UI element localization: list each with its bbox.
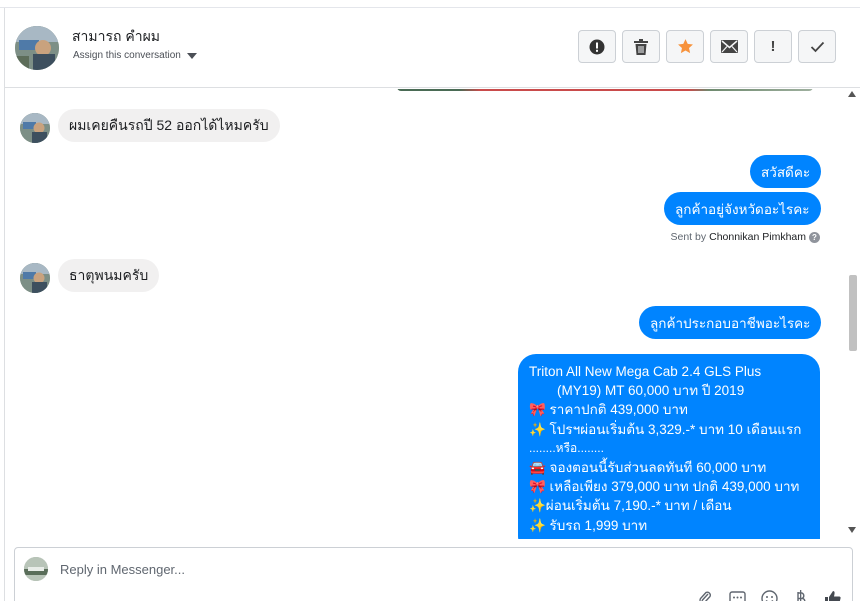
scroll-up-arrow-icon[interactable]: [848, 91, 856, 97]
offer-line: ✨ โปรฯผ่อนเริ่มต้น 3,329.-* บาท 10 เดือน…: [529, 421, 802, 437]
offer-line: ✨ผ่อนเริ่มต้น 7,190.-* บาท / เดือน: [529, 498, 732, 514]
template-icon[interactable]: [728, 589, 746, 601]
thread-scrollbar[interactable]: [845, 89, 860, 539]
conversation-actions: !: [578, 30, 836, 63]
like-icon[interactable]: [824, 589, 842, 601]
outgoing-message[interactable]: สวัสดีคะ: [750, 155, 822, 188]
offer-line: 🚘 จองตอนนี้รับส่วนลดทันที 60,000 บาท: [529, 460, 767, 476]
payment-icon[interactable]: [792, 589, 810, 601]
composer-tools: [696, 589, 842, 601]
attach-icon[interactable]: [696, 589, 714, 601]
star-button[interactable]: [666, 30, 704, 63]
offer-line: 🎀 เหลือเพียง 379,000 บาท ปกติ 439,000 บา…: [529, 479, 800, 495]
incoming-message[interactable]: ธาตุพนมครับ: [58, 259, 160, 292]
reply-input[interactable]: [60, 559, 760, 579]
message-thread[interactable]: ผมเคยคืนรถปี 52 ออกได้ไหมครับ สวัสดีคะ ล…: [5, 89, 845, 539]
exclamation-icon: !: [770, 38, 776, 55]
messenger-conversation-window: สามารถ คำผม Assign this conversation ! ผ…: [0, 0, 860, 601]
check-icon: [810, 41, 824, 52]
conversation-header: สามารถ คำผม Assign this conversation !: [5, 9, 860, 88]
offer-line: ........หรือ........: [529, 440, 604, 455]
assign-label: Assign this conversation: [73, 50, 181, 61]
delete-button[interactable]: [622, 30, 660, 63]
sent-by-prefix: Sent by: [670, 231, 707, 243]
page-avatar: [24, 557, 48, 581]
sender-name[interactable]: Chonnikan Pimkham: [709, 231, 806, 243]
contact-avatar-small: [20, 263, 50, 293]
offer-line: 🎀 ราคาปกติ 439,000 บาท: [529, 402, 688, 418]
trash-icon: [634, 38, 648, 55]
offer-line: ✨ รับรถ 1,999 บาท: [529, 517, 648, 533]
caret-down-icon: [186, 52, 197, 59]
outgoing-offer-message[interactable]: Triton All New Mega Cab 2.4 GLS Plus (MY…: [518, 354, 820, 539]
contact-name[interactable]: สามารถ คำผม: [72, 26, 160, 48]
reply-composer: [14, 547, 853, 601]
previous-image-attachment[interactable]: [397, 89, 813, 91]
help-icon[interactable]: ?: [809, 231, 820, 243]
top-border: [0, 0, 860, 8]
sent-by-label: Sent by Chonnikan Pimkham ?: [670, 231, 820, 243]
outgoing-message[interactable]: ลูกค้าอยู่จังหวัดอะไรคะ: [664, 192, 821, 225]
scroll-down-arrow-icon[interactable]: [848, 527, 856, 533]
emoji-icon[interactable]: [760, 589, 778, 601]
envelope-icon: [720, 40, 738, 53]
incoming-message[interactable]: ผมเคยคืนรถปี 52 ออกได้ไหมครับ: [58, 109, 280, 142]
contact-avatar-small: [20, 113, 50, 143]
mark-spam-button[interactable]: [578, 30, 616, 63]
follow-up-button[interactable]: !: [754, 30, 792, 63]
contact-avatar[interactable]: [15, 26, 59, 70]
star-icon: [677, 39, 693, 54]
offer-line: Triton All New Mega Cab 2.4 GLS Plus: [529, 364, 762, 379]
assign-conversation-dropdown[interactable]: Assign this conversation: [73, 50, 197, 61]
mark-done-button[interactable]: [798, 30, 836, 63]
outgoing-message[interactable]: ลูกค้าประกอบอาชีพอะไรคะ: [639, 306, 822, 339]
scroll-thumb[interactable]: [849, 275, 857, 351]
exclamation-circle-icon: [589, 39, 605, 54]
offer-line: (MY19) MT 60,000 บาท ปี 2019: [557, 383, 745, 399]
mark-unread-button[interactable]: [710, 30, 748, 63]
